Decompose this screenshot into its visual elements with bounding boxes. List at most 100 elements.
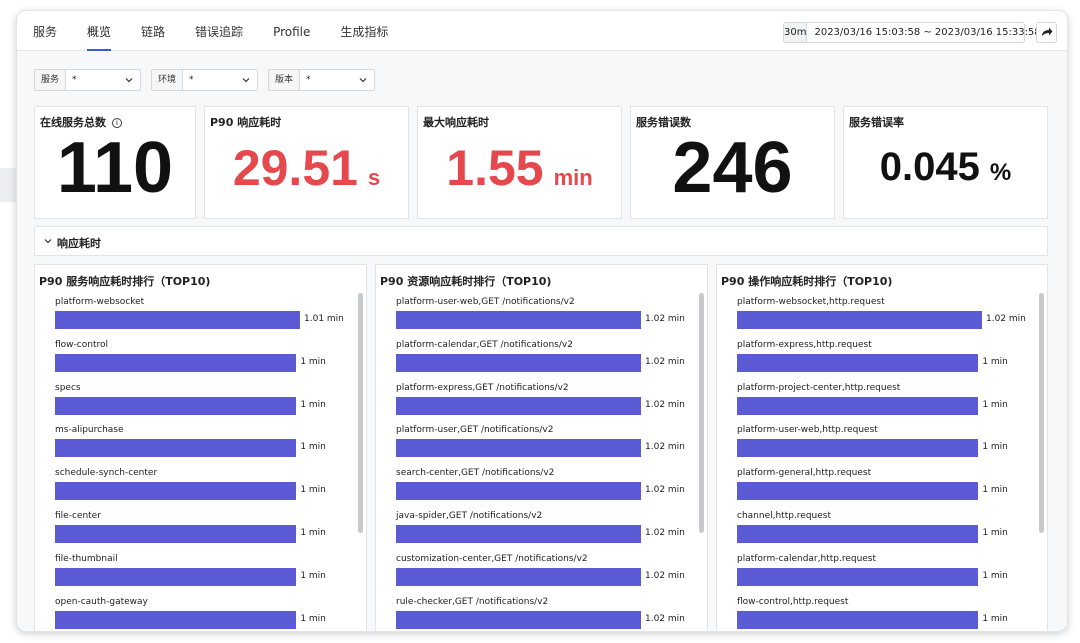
- response-time-section-header[interactable]: 响应耗时: [34, 226, 1048, 256]
- ranking-value: 1 min: [300, 613, 326, 624]
- tab-2[interactable]: 链路: [141, 11, 165, 51]
- ranking-item[interactable]: platform-user,GET /notifications/v2 1.02 …: [396, 425, 696, 468]
- time-preset[interactable]: 30m: [784, 23, 808, 42]
- ranking-item-name: ms-alipurchase: [55, 425, 124, 436]
- ranking-item[interactable]: schedule-synch-center 1 min: [55, 468, 355, 511]
- stat-title-text: P90 响应耗时: [210, 116, 282, 129]
- ranking-panel-0: P90 服务响应耗时排行（TOP10) platform-websocket 1.0…: [34, 264, 367, 631]
- stat-number: 1.55: [446, 140, 544, 196]
- ranking-item[interactable]: platform-calendar,http.request 1 min: [737, 554, 1037, 597]
- ranking-item[interactable]: specs 1 min: [55, 383, 355, 426]
- ranking-bar[interactable]: [396, 482, 641, 501]
- tab-5[interactable]: 生成指标: [340, 11, 388, 51]
- ranking-value: 1.02 min: [645, 314, 685, 324]
- ranking-item[interactable]: platform-user-web,GET /notifications/v2 1…: [396, 297, 696, 340]
- filter-value-box[interactable]: *: [66, 70, 140, 90]
- time-range-text[interactable]: 2023/03/16 15:03:58 ~ 2023/03/16 15:33:5…: [807, 23, 1040, 42]
- ranking-value: 1 min: [300, 356, 326, 367]
- ranking-item[interactable]: platform-websocket,http.request 1.02 min: [737, 297, 1037, 340]
- ranking-bar[interactable]: [55, 396, 297, 415]
- stat-card-2: 最大响应耗时 1.55 min: [417, 106, 622, 219]
- stat-title-text: 最大响应耗时: [423, 116, 489, 129]
- ranking-value: 1 min: [982, 442, 1008, 453]
- stat-card-3: 服务错误数 246: [630, 106, 835, 219]
- ranking-bar[interactable]: [737, 311, 982, 329]
- ranking-value: 1 min: [300, 399, 326, 410]
- ranking-item[interactable]: rule-checker,GET /notifications/v2 1.02 m…: [396, 597, 696, 631]
- ranking-bar[interactable]: [737, 567, 979, 586]
- ranking-item[interactable]: java-spider,GET /notifications/v2 1.02 mi…: [396, 511, 696, 554]
- ranking-item[interactable]: flow-control 1 min: [55, 340, 355, 383]
- ranking-bar[interactable]: [55, 525, 297, 543]
- stat-number: 29.51: [232, 140, 358, 196]
- ranking-bar[interactable]: [737, 396, 979, 415]
- ranking-bar[interactable]: [737, 482, 979, 501]
- ranking-item-name: channel,http.request: [737, 511, 832, 521]
- ranking-value: 1 min: [300, 442, 326, 453]
- ranking-bar[interactable]: [396, 396, 641, 415]
- filter-label: 环境: [152, 70, 184, 90]
- ranking-item[interactable]: platform-user-web,http.request 1 min: [737, 425, 1037, 468]
- share-button[interactable]: [1036, 22, 1057, 43]
- scrollbar[interactable]: [358, 293, 363, 533]
- filter-value-box[interactable]: *: [183, 70, 257, 90]
- ranking-bar[interactable]: [55, 482, 297, 501]
- ranking-item[interactable]: platform-websocket 1.01 min: [55, 297, 355, 340]
- ranking-item-name: platform-project-center,http.request: [737, 382, 901, 393]
- ranking-item[interactable]: platform-calendar,GET /notifications/v2 1…: [396, 340, 696, 383]
- ranking-item[interactable]: file-thumbnail 1 min: [55, 554, 355, 597]
- tab-4[interactable]: Profile: [273, 11, 310, 51]
- ranking-item[interactable]: flow-control,http.request 1 min: [737, 597, 1037, 631]
- scrollbar[interactable]: [699, 293, 704, 533]
- tab-0[interactable]: 服务: [33, 11, 57, 51]
- ranking-item[interactable]: channel,http.request 1 min: [737, 511, 1037, 554]
- app-window: 服务 概览 链路 错误追踪 Profile 生成指标 30m 2023/03/16 15:…: [16, 10, 1068, 632]
- time-range-picker[interactable]: 30m 2023/03/16 15:03:58 ~ 2023/03/16 15:…: [783, 22, 1041, 43]
- ranking-bar[interactable]: [396, 610, 641, 629]
- ranking-item[interactable]: platform-express,GET /notifications/v2 1.…: [396, 383, 696, 426]
- ranking-item[interactable]: ms-alipurchase 1 min: [55, 425, 355, 468]
- ranking-item[interactable]: customization-center,GET /notifications/…: [396, 554, 696, 597]
- tab-3[interactable]: 错误追踪: [195, 11, 243, 51]
- ranking-item-name: platform-express,GET /notifications/v2: [396, 382, 569, 393]
- ranking-bar[interactable]: [396, 525, 641, 543]
- ranking-value: 1.02 min: [645, 442, 685, 453]
- ranking-bar[interactable]: [737, 610, 979, 629]
- ranking-bar[interactable]: [737, 525, 979, 543]
- stat-card-1: P90 响应耗时 29.51 s: [204, 106, 409, 219]
- filter-select-2[interactable]: 版本 *: [268, 69, 375, 91]
- scrollbar[interactable]: [1039, 293, 1044, 533]
- ranking-item[interactable]: file-center 1 min: [55, 511, 355, 554]
- stat-unit: s: [367, 165, 381, 190]
- background-strip: [0, 168, 16, 202]
- filter-bar: 服务 * 环境 * 版本 *: [34, 69, 385, 91]
- ranking-bar[interactable]: [55, 567, 297, 586]
- ranking-bar[interactable]: [396, 439, 641, 458]
- ranking-bar[interactable]: [396, 567, 641, 586]
- filter-value-box[interactable]: *: [300, 70, 374, 90]
- ranking-item[interactable]: platform-express,http.request 1 min: [737, 340, 1037, 383]
- ranking-bar[interactable]: [55, 610, 297, 629]
- stat-value: 1.55 min: [418, 139, 621, 197]
- ranking-item-name: platform-websocket: [55, 297, 145, 307]
- ranking-bar[interactable]: [55, 439, 297, 458]
- stat-title-text: 服务错误率: [849, 116, 904, 129]
- ranking-bar[interactable]: [737, 353, 979, 372]
- ranking-bar[interactable]: [396, 311, 641, 329]
- ranking-value: 1.02 min: [645, 528, 685, 538]
- ranking-bar[interactable]: [55, 353, 297, 372]
- ranking-item[interactable]: search-center,GET /notifications/v2 1.02 …: [396, 468, 696, 511]
- stat-value: 110: [35, 127, 195, 209]
- ranking-item[interactable]: open-cauth-gateway 1 min: [55, 597, 355, 631]
- filter-select-1[interactable]: 环境 *: [151, 69, 258, 91]
- ranking-item[interactable]: platform-general,http.request 1 min: [737, 468, 1037, 511]
- ranking-bar[interactable]: [396, 353, 641, 372]
- panel-title: P90 操作响应耗时排行（TOP10): [721, 275, 893, 288]
- ranking-item[interactable]: platform-project-center,http.request 1 mi…: [737, 383, 1037, 426]
- filter-select-0[interactable]: 服务 *: [34, 69, 141, 91]
- stat-card-4: 服务错误率 0.045%: [843, 106, 1048, 219]
- tab-1[interactable]: 概览: [87, 11, 112, 51]
- ranking-bar[interactable]: [737, 439, 979, 458]
- filter-label: 服务: [35, 70, 67, 90]
- ranking-bar[interactable]: [55, 311, 300, 329]
